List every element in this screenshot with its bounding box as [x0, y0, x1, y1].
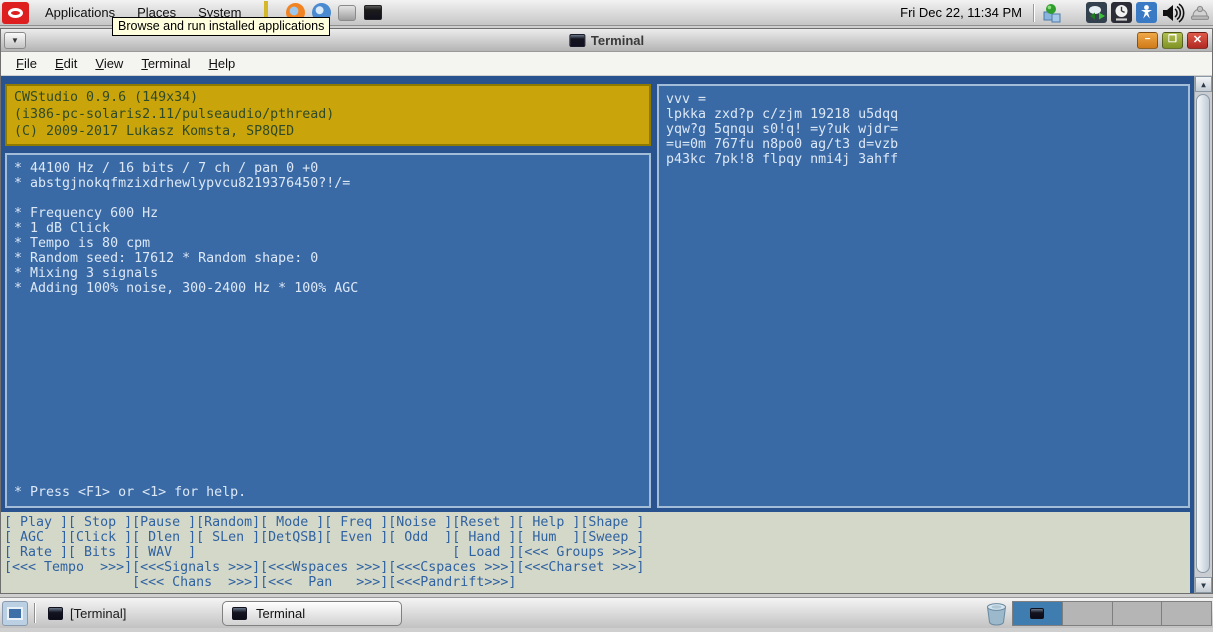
clock-tray-icon[interactable]: [1111, 2, 1132, 23]
task-item-terminal-minimized[interactable]: [Terminal]: [42, 604, 132, 623]
minimize-button[interactable]: −: [1137, 31, 1158, 49]
terminal-mini-icon: [232, 607, 247, 620]
cwstudio-output-panel: vvv = lpkka zxd?p c/zjm 19218 u5dqq yqw?…: [657, 84, 1190, 508]
workspace-4[interactable]: [1162, 602, 1211, 625]
menubar-terminal[interactable]: Terminal: [132, 53, 199, 74]
cwstudio-header-box: CWStudio 0.9.6 (149x34) (i386-pc-solaris…: [5, 84, 651, 146]
terminal-mini-icon: [1030, 608, 1045, 619]
tray-separator: [1033, 3, 1035, 22]
volume-icon[interactable]: [1161, 2, 1185, 24]
network-icon[interactable]: [1086, 2, 1107, 23]
scroll-down-icon[interactable]: ▼: [1195, 577, 1212, 593]
window-title-group: Terminal: [568, 29, 645, 51]
task-label: [Terminal]: [70, 605, 127, 621]
scroll-up-icon[interactable]: ▲: [1195, 76, 1212, 92]
accessibility-icon[interactable]: [1136, 2, 1157, 23]
window-menu-button[interactable]: ▼: [4, 31, 26, 49]
oracle-logo-icon[interactable]: [2, 1, 29, 24]
show-desktop-icon: [7, 606, 23, 620]
tooltip: Browse and run installed applications: [112, 17, 331, 36]
file-manager-icon[interactable]: [338, 3, 358, 23]
workspace-2[interactable]: [1062, 602, 1113, 625]
terminal-content[interactable]: CWStudio 0.9.6 (149x34) (i386-pc-solaris…: [1, 76, 1212, 593]
workspace-3[interactable]: [1112, 602, 1163, 625]
menubar-edit[interactable]: Edit: [46, 53, 86, 74]
window-controls: − ❐ ✕: [1137, 31, 1212, 49]
menubar-file[interactable]: File: [7, 53, 46, 74]
workspace-switcher: [1012, 601, 1212, 626]
software-update-icon[interactable]: [1042, 2, 1064, 24]
cwstudio-button-menu[interactable]: [ Play ][ Stop ][Pause ][Random][ Mode ]…: [1, 512, 1190, 593]
menubar-view[interactable]: View: [86, 53, 132, 74]
cwstudio-help-line: * Press <F1> or <1> for help.: [14, 485, 247, 500]
cwstudio-status-lines: * 44100 Hz / 16 bits / 7 ch / pan 0 +0 *…: [14, 161, 359, 296]
terminal-title-icon: [568, 33, 585, 47]
panel-clock[interactable]: Fri Dec 22, 11:34 PM: [892, 5, 1030, 20]
system-tray: [1030, 2, 1213, 24]
input-method-icon[interactable]: [1189, 2, 1211, 24]
task-label: Terminal: [256, 606, 306, 621]
taskbar: [Terminal] Terminal: [0, 597, 1213, 628]
scrollbar[interactable]: ▲ ▼: [1194, 76, 1212, 593]
taskbar-separator: [34, 603, 36, 623]
window-title: Terminal: [590, 32, 645, 48]
workspace-1[interactable]: [1013, 602, 1063, 625]
terminal-mini-icon: [48, 606, 63, 620]
terminal-launcher-icon[interactable]: [364, 3, 384, 23]
menubar-help[interactable]: Help: [199, 53, 244, 74]
terminal-window: ▼ Terminal − ❐ ✕ File Edit View Terminal…: [0, 28, 1213, 594]
maximize-button[interactable]: ❐: [1162, 31, 1183, 49]
cwstudio-status-panel: * 44100 Hz / 16 bits / 7 ch / pan 0 +0 *…: [5, 153, 651, 508]
show-desktop-button[interactable]: [2, 600, 28, 626]
scrollbar-thumb[interactable]: [1196, 94, 1210, 573]
task-item-terminal-active[interactable]: Terminal: [222, 601, 402, 626]
trash-icon[interactable]: [983, 600, 1010, 632]
menubar: File Edit View Terminal Help: [1, 52, 1212, 76]
close-button[interactable]: ✕: [1187, 31, 1208, 49]
